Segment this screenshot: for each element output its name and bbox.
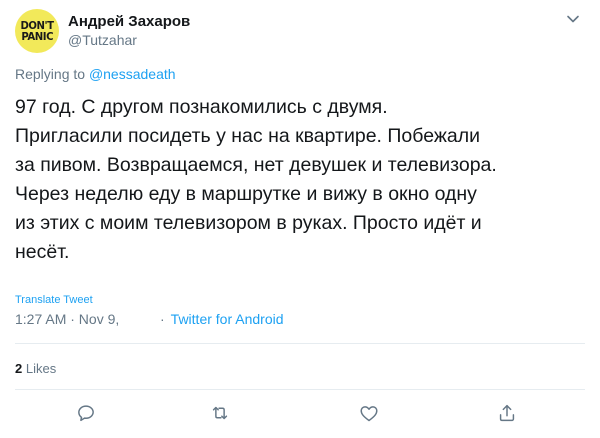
translate-tweet-link[interactable]: Translate Tweet xyxy=(15,294,93,306)
avatar[interactable]: DON'T PANIC xyxy=(15,9,59,53)
likes-count-link[interactable]: 2 Likes xyxy=(15,361,56,376)
replying-to: Replying to @nessadeath xyxy=(15,66,176,82)
likes-label: Likes xyxy=(25,361,57,376)
author-display-name[interactable]: Андрей Захаров xyxy=(68,13,190,30)
divider xyxy=(15,389,585,390)
likes-count: 2 xyxy=(15,361,23,376)
reply-mention-link[interactable]: @nessadeath xyxy=(89,66,176,82)
avatar-text-line2: PANIC xyxy=(21,30,53,43)
tweet-source: · Twitter for Android xyxy=(160,311,284,327)
tweet-text: 97 год. С другом познакомились с двумя. … xyxy=(15,96,497,263)
divider xyxy=(15,343,585,344)
source-separator: · xyxy=(160,311,165,327)
replying-to-prefix: Replying to xyxy=(15,66,86,82)
retweet-button[interactable] xyxy=(200,398,240,428)
like-button[interactable] xyxy=(349,398,389,428)
heart-icon xyxy=(360,406,378,422)
retweet-icon xyxy=(212,406,228,420)
tweet-timestamp[interactable]: 1:27 AM · Nov 9, xyxy=(15,311,119,327)
reply-icon xyxy=(78,405,94,422)
author-handle[interactable]: @Tutzahar xyxy=(68,32,137,48)
share-button[interactable] xyxy=(487,398,527,428)
share-icon xyxy=(499,404,515,422)
tweet-source-link[interactable]: Twitter for Android xyxy=(171,311,284,327)
reply-button[interactable] xyxy=(66,398,106,428)
chevron-down-icon[interactable] xyxy=(566,12,580,26)
